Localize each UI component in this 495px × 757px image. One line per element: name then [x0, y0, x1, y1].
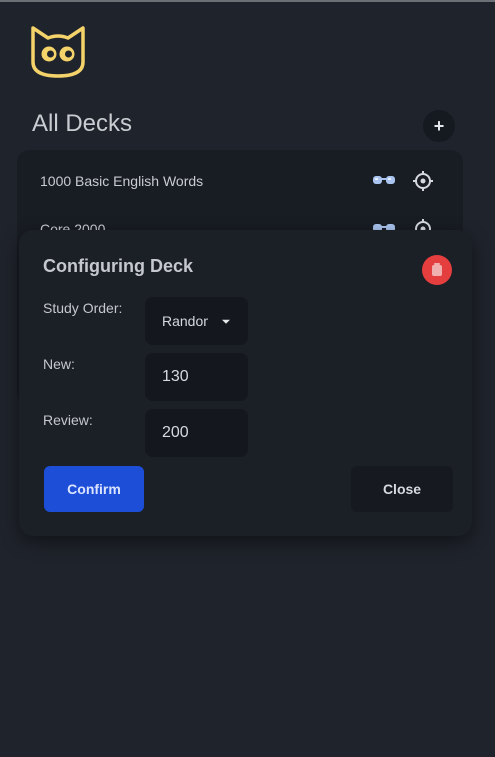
study-order-select[interactable]: Random	[145, 297, 248, 345]
new-label: New:	[43, 356, 75, 372]
delete-deck-button[interactable]	[422, 255, 452, 285]
gear-icon[interactable]	[412, 170, 434, 192]
cat-face-logo	[31, 26, 85, 78]
deck-name: 1000 Basic English Words	[40, 173, 204, 189]
review-cards-input[interactable]: 200	[145, 409, 248, 457]
close-button[interactable]: Close	[351, 466, 453, 512]
study-order-value: Random	[162, 313, 208, 329]
trash-icon	[432, 263, 442, 276]
new-cards-input[interactable]: 130	[145, 353, 248, 401]
top-border	[0, 0, 495, 2]
new-cards-value: 130	[162, 368, 189, 385]
review-cards-value: 200	[162, 424, 189, 441]
review-label: Review:	[43, 412, 93, 428]
page-title: All Decks	[32, 110, 133, 137]
chevron-down-icon	[222, 319, 230, 324]
configure-deck-modal: Configuring Deck Study Order: Random New…	[19, 230, 472, 536]
add-deck-button[interactable]: +	[423, 110, 455, 142]
modal-title: Configuring Deck	[43, 256, 194, 276]
deck-row[interactable]: 1000 Basic English Words	[17, 157, 463, 205]
glasses-icon[interactable]	[372, 174, 396, 188]
study-order-label: Study Order:	[43, 300, 123, 316]
confirm-button[interactable]: Confirm	[44, 466, 144, 512]
